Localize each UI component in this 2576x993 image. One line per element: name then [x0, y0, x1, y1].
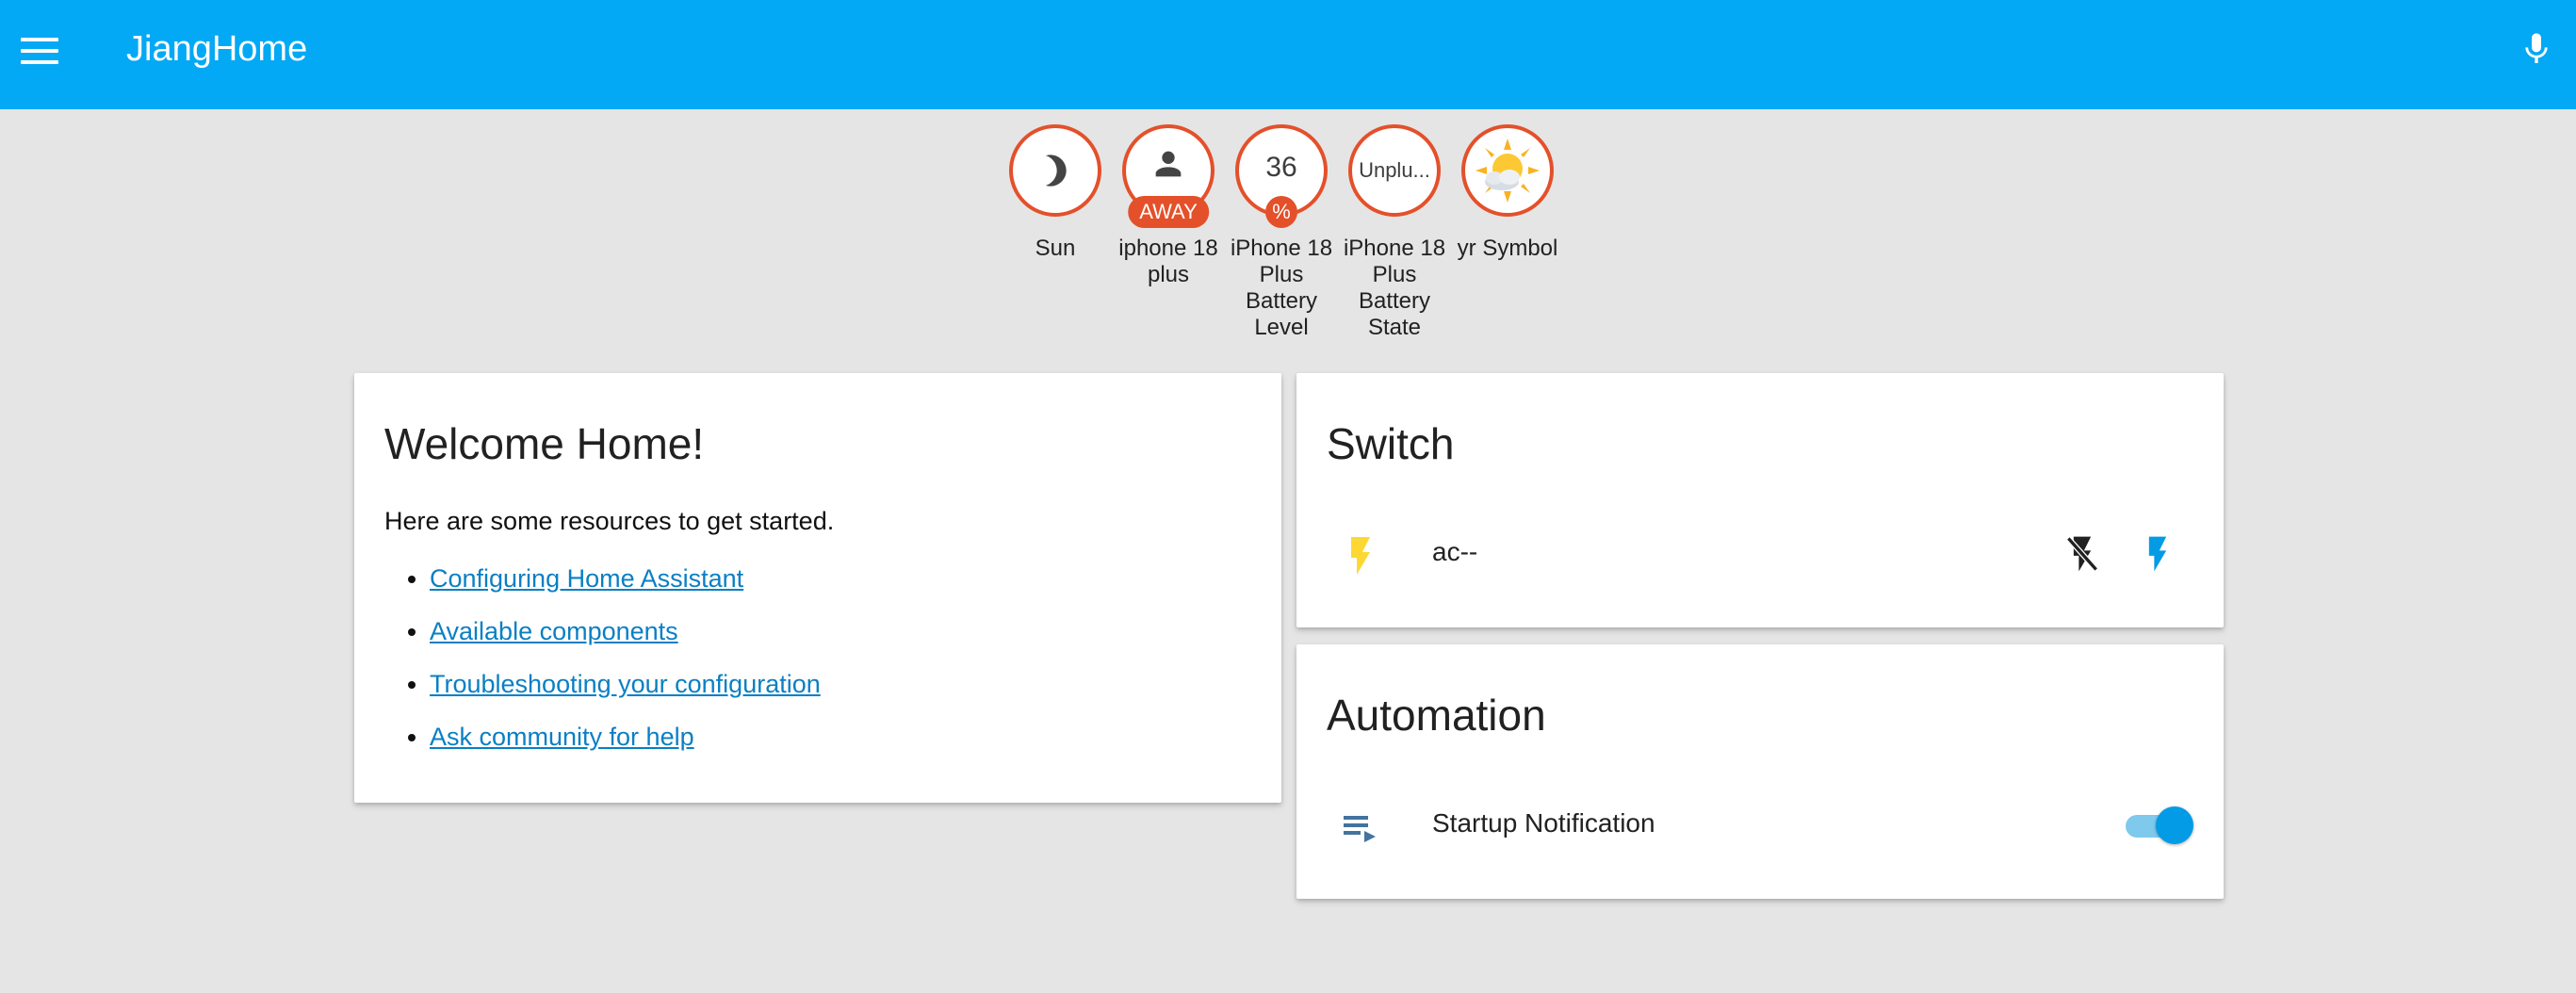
badge-yr-symbol[interactable]: yr Symbol [1451, 121, 1564, 262]
card-title: Automation [1327, 691, 1546, 740]
moon-icon [1046, 155, 1067, 187]
badge-circle [1009, 124, 1101, 217]
badges-bar: Sun AWAY iphone 18 plus 36 % iPhone 18 P… [999, 121, 1564, 347]
badge-value: 36 [1265, 152, 1297, 183]
link-troubleshooting[interactable]: Troubleshooting your configuration [430, 670, 821, 698]
automation-row: Startup Notification [1296, 786, 2224, 861]
automation-card: Automation Startup Notification [1296, 644, 2224, 899]
badge-battery-level[interactable]: 36 % iPhone 18 Plus Battery Level [1225, 121, 1338, 341]
link-configuring[interactable]: Configuring Home Assistant [430, 564, 743, 593]
badge-label: yr Symbol [1457, 236, 1558, 261]
partly-sunny-icon [1475, 138, 1540, 203]
menu-icon[interactable] [21, 28, 66, 73]
badge-unit: % [1265, 196, 1297, 228]
list-item: Configuring Home Assistant [430, 552, 821, 605]
switch-entity-name[interactable]: ac-- [1432, 535, 1477, 569]
flash-off-button[interactable] [2058, 529, 2107, 578]
app-toolbar: JiangHome [0, 0, 2576, 109]
person-icon [1155, 151, 1182, 177]
app-title: JiangHome [126, 29, 308, 69]
list-item: Available components [430, 605, 821, 658]
toggle-thumb [2156, 806, 2193, 844]
badge-circle: AWAY [1122, 124, 1215, 228]
badge-circle: Unplu... [1348, 124, 1441, 217]
badge-tag: AWAY [1128, 196, 1209, 228]
list-item: Ask community for help [430, 710, 821, 763]
badge-iphone-presence[interactable]: AWAY iphone 18 plus [1112, 121, 1225, 288]
badge-sun[interactable]: Sun [999, 121, 1112, 262]
flash-on-icon [2148, 536, 2167, 572]
card-title: Switch [1327, 419, 1455, 468]
flash-on-button[interactable] [2133, 529, 2182, 578]
flash-off-icon [2066, 536, 2098, 572]
flash-icon [1338, 533, 1383, 578]
link-components[interactable]: Available components [430, 617, 678, 645]
card-title: Welcome Home! [384, 419, 705, 468]
badge-circle [1461, 124, 1554, 217]
welcome-text: Here are some resources to get started. [384, 507, 835, 535]
badge-circle: 36 % [1235, 124, 1328, 228]
switch-row: ac-- [1296, 514, 2224, 590]
switch-card: Switch ac-- [1296, 373, 2224, 627]
badge-label: iphone 18 plus [1118, 236, 1218, 287]
link-community[interactable]: Ask community for help [430, 723, 694, 751]
badge-value: Unplu... [1359, 158, 1430, 182]
microphone-icon[interactable] [2518, 26, 2555, 72]
playlist-play-icon [1338, 805, 1383, 850]
badge-battery-state[interactable]: Unplu... iPhone 18 Plus Battery State [1338, 121, 1451, 341]
welcome-card: Welcome Home! Here are some resources to… [354, 373, 1281, 803]
automation-entity-name[interactable]: Startup Notification [1432, 806, 1655, 840]
resource-links: Configuring Home Assistant Available com… [384, 552, 821, 763]
badge-label: iPhone 18 Plus Battery State [1343, 236, 1446, 340]
badge-label: iPhone 18 Plus Battery Level [1230, 236, 1333, 340]
badge-label: Sun [1035, 236, 1076, 261]
list-item: Troubleshooting your configuration [430, 658, 821, 710]
automation-toggle[interactable] [2122, 806, 2193, 844]
